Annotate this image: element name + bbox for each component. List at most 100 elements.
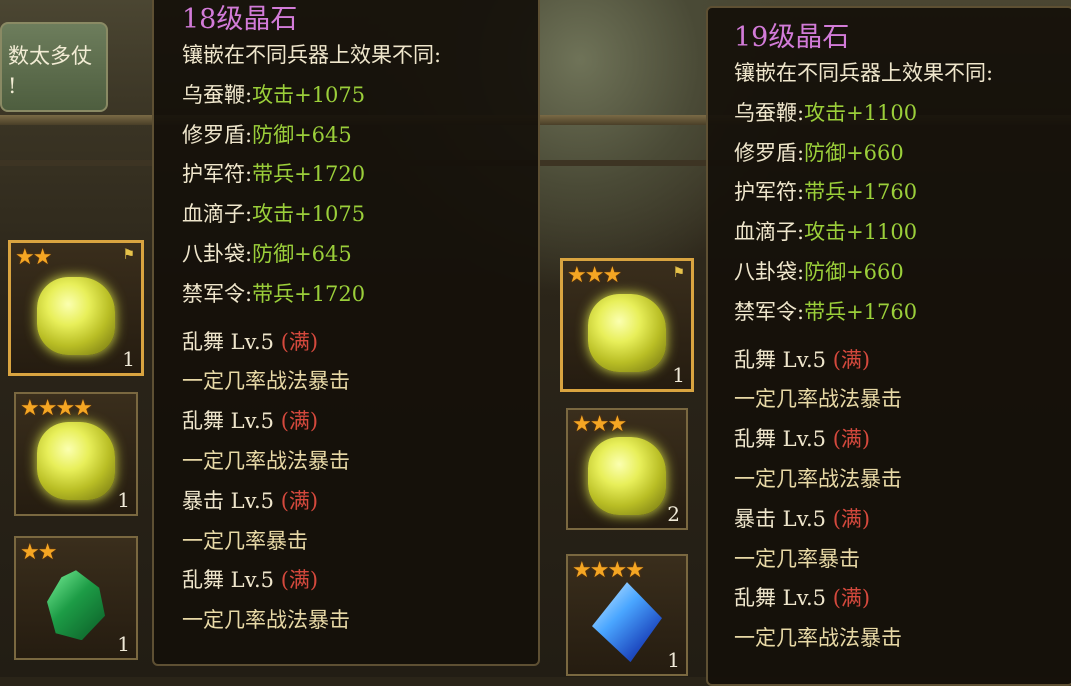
tooltip-subtitle: 镶嵌在不同兵器上效果不同: bbox=[734, 61, 994, 85]
skill-desc: 一定几率战法暴击 bbox=[182, 448, 350, 473]
tooltip-title: 18级晶石 bbox=[182, 4, 298, 35]
skill-row: 乱舞 Lv.5 (满) bbox=[182, 402, 538, 442]
skill-max-label: (满) bbox=[832, 427, 871, 452]
bonus-value: 防御+645 bbox=[252, 122, 352, 147]
skill-desc: 一定几率战法暴击 bbox=[182, 608, 350, 633]
skill-name: 暴击 Lv.5 bbox=[182, 488, 275, 513]
skill-desc: 一定几率战法暴击 bbox=[734, 466, 902, 491]
weapon-name: 乌蚕鞭: bbox=[734, 100, 805, 125]
bonus-row: 禁军令:带兵+1720 bbox=[182, 275, 538, 315]
bonus-row: 乌蚕鞭:攻击+1100 bbox=[734, 94, 1071, 134]
skill-name: 乱舞 Lv.5 bbox=[734, 427, 827, 452]
skill-desc: 一定几率暴击 bbox=[734, 546, 860, 571]
skill-name: 乱舞 Lv.5 bbox=[182, 329, 275, 354]
tooltip-18-crystal: 18级晶石 镶嵌在不同兵器上效果不同: 乌蚕鞭:攻击+1075 修罗盾:防御+6… bbox=[152, 0, 540, 666]
bonus-row: 护军符:带兵+1720 bbox=[182, 155, 538, 195]
bonus-value: 防御+645 bbox=[252, 241, 352, 266]
skill-row: 乱舞 Lv.5 (满) bbox=[182, 323, 538, 363]
bonus-row: 禁军令:带兵+1760 bbox=[734, 293, 1071, 333]
skill-row: 乱舞 Lv.5 (满) bbox=[734, 341, 1071, 381]
star-rating: ★★ bbox=[20, 540, 57, 565]
weapon-name: 禁军令: bbox=[182, 281, 253, 306]
bonus-value: 攻击+1075 bbox=[252, 202, 366, 227]
skill-max-label: (满) bbox=[832, 586, 871, 611]
inventory-slot-right-1[interactable]: ★★★ ⚑ 1 bbox=[560, 258, 694, 392]
skill-row: 乱舞 Lv.5 (满) bbox=[734, 420, 1071, 460]
bonus-row: 血滴子:攻击+1100 bbox=[734, 213, 1071, 253]
item-count: 1 bbox=[667, 648, 680, 672]
bonus-row: 护军符:带兵+1760 bbox=[734, 173, 1071, 213]
item-count: 1 bbox=[122, 347, 135, 371]
quest-notice[interactable]: 数太多仗 ! bbox=[0, 22, 108, 112]
bonus-value: 攻击+1100 bbox=[804, 100, 918, 125]
divider bbox=[734, 333, 1071, 341]
green-crystal-icon bbox=[47, 570, 105, 641]
weapon-name: 禁军令: bbox=[734, 299, 805, 324]
weapon-name: 八卦袋: bbox=[182, 241, 253, 266]
skill-name: 暴击 Lv.5 bbox=[734, 506, 827, 531]
tooltip-19-crystal: 19级晶石 镶嵌在不同兵器上效果不同: 乌蚕鞭:攻击+1100 修罗盾:防御+6… bbox=[706, 6, 1071, 686]
skill-desc: 一定几率战法暴击 bbox=[734, 387, 902, 412]
item-count: 1 bbox=[117, 632, 130, 656]
bonus-value: 防御+660 bbox=[804, 140, 904, 165]
skill-max-label: (满) bbox=[280, 488, 319, 513]
item-count: 1 bbox=[672, 363, 685, 387]
tooltip-subtitle: 镶嵌在不同兵器上效果不同: bbox=[182, 43, 442, 67]
star-rating: ★★★★ bbox=[572, 558, 645, 583]
skill-name: 乱舞 Lv.5 bbox=[734, 347, 827, 372]
divider bbox=[182, 315, 538, 323]
flag-icon: ⚑ bbox=[672, 265, 685, 281]
flag-icon: ⚑ bbox=[122, 247, 135, 263]
skill-desc: 一定几率战法暴击 bbox=[734, 626, 902, 651]
weapon-name: 血滴子: bbox=[734, 220, 805, 245]
yellow-crystal-icon bbox=[588, 437, 666, 516]
yellow-crystal-icon bbox=[37, 276, 115, 355]
inventory-slot-left-3[interactable]: ★★ 1 bbox=[14, 536, 138, 660]
inventory-slot-left-2[interactable]: ★★★★ 1 bbox=[14, 392, 138, 516]
bonus-row: 八卦袋:防御+660 bbox=[734, 253, 1071, 293]
bonus-row: 修罗盾:防御+645 bbox=[182, 116, 538, 156]
weapon-name: 血滴子: bbox=[182, 202, 253, 227]
inventory-slot-right-2[interactable]: ★★★ 2 bbox=[566, 408, 688, 530]
bonus-row: 血滴子:攻击+1075 bbox=[182, 195, 538, 235]
bonus-value: 带兵+1720 bbox=[252, 162, 366, 187]
skill-name: 乱舞 Lv.5 bbox=[182, 409, 275, 434]
tooltip-title: 19级晶石 bbox=[734, 22, 850, 53]
star-rating: ★★★ bbox=[572, 412, 627, 437]
blue-crystal-icon bbox=[592, 582, 662, 663]
bonus-value: 带兵+1760 bbox=[804, 180, 918, 205]
star-rating: ★★ bbox=[15, 245, 52, 270]
skill-name: 乱舞 Lv.5 bbox=[182, 568, 275, 593]
weapon-name: 乌蚕鞭: bbox=[182, 82, 253, 107]
item-count: 1 bbox=[117, 488, 130, 512]
skill-max-label: (满) bbox=[280, 329, 319, 354]
quest-text: 数太多仗 bbox=[8, 44, 92, 68]
inventory-slot-right-3[interactable]: ★★★★ 1 bbox=[566, 554, 688, 676]
bonus-value: 防御+660 bbox=[804, 259, 904, 284]
bonus-row: 八卦袋:防御+645 bbox=[182, 235, 538, 275]
weapon-name: 八卦袋: bbox=[734, 259, 805, 284]
skill-name: 乱舞 Lv.5 bbox=[734, 586, 827, 611]
skill-row: 乱舞 Lv.5 (满) bbox=[182, 561, 538, 601]
weapon-name: 护军符: bbox=[182, 162, 253, 187]
bonus-row: 修罗盾:防御+660 bbox=[734, 134, 1071, 174]
skill-max-label: (满) bbox=[280, 409, 319, 434]
bonus-value: 带兵+1760 bbox=[804, 299, 918, 324]
bonus-value: 带兵+1720 bbox=[252, 281, 366, 306]
skill-row: 暴击 Lv.5 (满) bbox=[734, 500, 1071, 540]
star-rating: ★★★ bbox=[567, 263, 622, 288]
yellow-crystal-icon bbox=[37, 422, 115, 501]
skill-max-label: (满) bbox=[832, 506, 871, 531]
weapon-name: 修罗盾: bbox=[734, 140, 805, 165]
quest-exclamation: ! bbox=[8, 74, 17, 98]
skill-desc: 一定几率暴击 bbox=[182, 528, 308, 553]
skill-row: 暴击 Lv.5 (满) bbox=[182, 482, 538, 522]
item-count: 2 bbox=[667, 502, 680, 526]
skill-max-label: (满) bbox=[280, 568, 319, 593]
inventory-slot-left-1[interactable]: ★★ ⚑ 1 bbox=[8, 240, 144, 376]
yellow-crystal-icon bbox=[588, 293, 666, 372]
bonus-value: 攻击+1075 bbox=[252, 82, 366, 107]
skill-row: 乱舞 Lv.5 (满) bbox=[734, 579, 1071, 619]
weapon-name: 修罗盾: bbox=[182, 122, 253, 147]
bonus-row: 乌蚕鞭:攻击+1075 bbox=[182, 76, 538, 116]
